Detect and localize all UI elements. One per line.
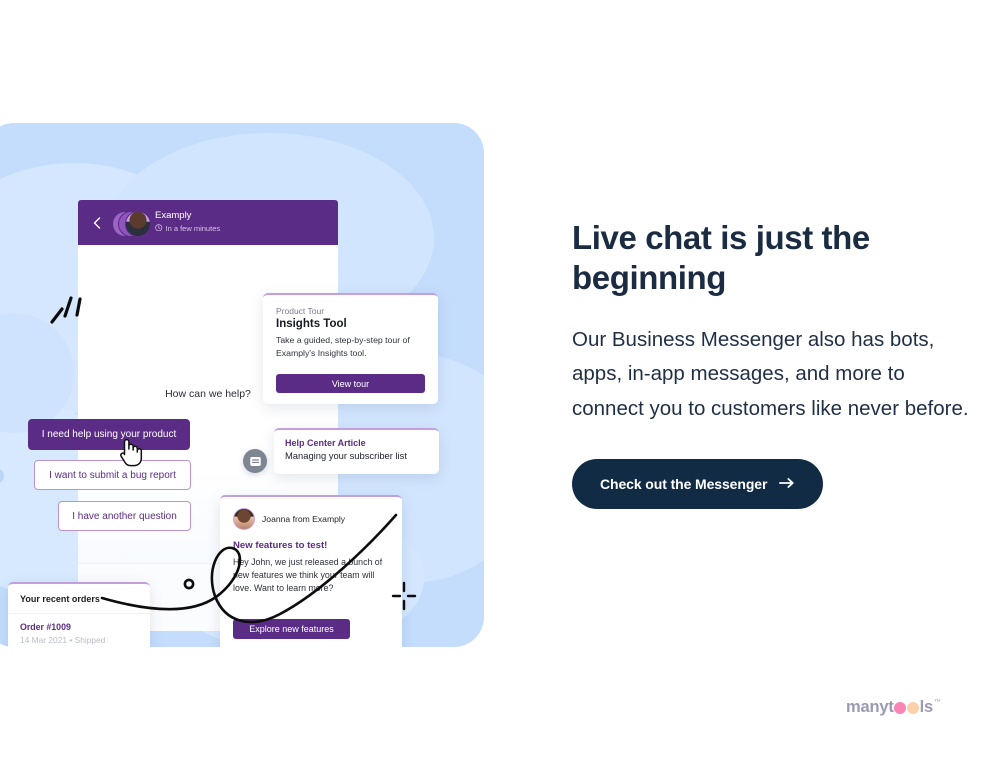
manytools-logo[interactable]: many t ls ™ <box>846 698 941 717</box>
product-tour-eyebrow: Product Tour <box>276 306 325 316</box>
chat-title: Examply <box>155 209 192 221</box>
chevron-left-icon[interactable] <box>90 216 104 230</box>
joanna-card-header: Joanna from Examply <box>233 508 389 530</box>
page-title: Live chat is just the beginning <box>572 219 870 297</box>
view-tour-button[interactable]: View tour <box>276 374 425 393</box>
logo-text-part1: many <box>846 698 889 716</box>
joanna-sender-name: Joanna from Examply <box>262 514 346 524</box>
product-tour-card[interactable]: Product Tour Insights Tool Take a guided… <box>263 293 438 404</box>
logo-text-part3: ls <box>919 698 934 716</box>
quick-reply-bug-report[interactable]: I want to submit a bug report <box>34 460 191 490</box>
help-center-title: Managing your subscriber list <box>285 450 407 461</box>
product-tour-description: Take a guided, step-by-step tour of Exam… <box>276 335 410 358</box>
logo-dot-pink <box>894 702 907 714</box>
quick-reply-product-help[interactable]: I need help using your product <box>28 419 190 450</box>
quick-reply-another-question[interactable]: I have another question <box>58 501 191 531</box>
explore-new-features-button[interactable]: Explore new features <box>233 619 350 639</box>
order-meta: 14 Mar 2021 • Shipped <box>20 635 106 645</box>
help-center-article-card[interactable]: Help Center Article Managing your subscr… <box>274 428 439 474</box>
avatar <box>233 508 255 530</box>
logo-text-part2: t <box>888 698 894 716</box>
order-id: Order #1009 <box>20 622 71 632</box>
arrow-right-icon <box>779 476 795 492</box>
page-subcopy: Our Business Messenger also has bots, ap… <box>572 327 969 421</box>
joanna-message-body: Hey John, we just released a bunch of ne… <box>233 557 383 594</box>
joanna-message-card[interactable]: Joanna from Examply New features to test… <box>220 495 402 647</box>
logo-trademark: ™ <box>933 699 941 706</box>
check-out-messenger-button[interactable]: Check out the Messenger <box>572 459 824 510</box>
avatar-group <box>112 210 151 237</box>
recent-orders-title: Your recent orders <box>8 584 150 614</box>
avatar <box>125 210 151 237</box>
sparkle-lines-decoration <box>48 293 90 335</box>
logo-dot-peach <box>907 702 920 714</box>
joanna-message-title: New features to test! <box>233 540 328 551</box>
clock-icon <box>155 224 163 234</box>
illustration-panel: Examply In a few minutes How can we help… <box>0 123 484 647</box>
pointer-hand-icon <box>117 435 143 467</box>
help-center-kicker: Help Center Article <box>285 438 366 448</box>
content-column: Live chat is just the beginning Our Busi… <box>572 218 982 510</box>
chat-status-label: In a few minutes <box>165 223 221 233</box>
cta-label: Check out the Messenger <box>600 476 768 493</box>
chat-status: In a few minutes <box>155 224 220 234</box>
chat-header: Examply In a few minutes <box>78 200 338 245</box>
order-row[interactable]: Order #1009 14 Mar 2021 • Shipped <box>8 614 150 647</box>
product-tour-title: Insights Tool <box>276 318 347 330</box>
recent-orders-card: Your recent orders Order #1009 14 Mar 20… <box>8 582 150 647</box>
messenger-icon[interactable] <box>243 449 267 473</box>
background-dot <box>0 468 4 484</box>
